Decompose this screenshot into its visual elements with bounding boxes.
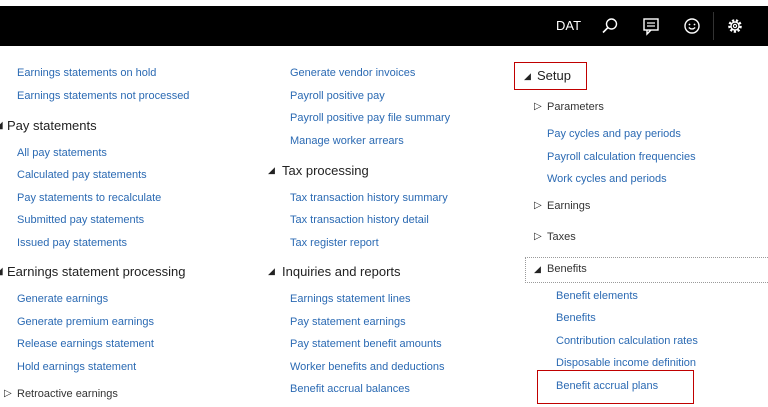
- link-tax-transaction-history-summary[interactable]: Tax transaction history summary: [290, 192, 448, 204]
- top-navigation-bar: DAT: [0, 6, 768, 46]
- link-work-cycles-and-periods[interactable]: Work cycles and periods: [547, 173, 667, 185]
- section-earnings-statement-processing[interactable]: Earnings statement processing: [7, 264, 185, 279]
- expand-triangle-icon[interactable]: ▷: [4, 388, 12, 399]
- link-payroll-calculation-frequencies[interactable]: Payroll calculation frequencies: [547, 151, 696, 163]
- company-selector[interactable]: DAT: [556, 18, 581, 33]
- group-taxes[interactable]: Taxes: [547, 231, 576, 243]
- section-pay-statements[interactable]: Pay statements: [7, 118, 97, 133]
- section-setup[interactable]: Setup: [537, 68, 571, 83]
- collapse-triangle-icon[interactable]: ◢: [268, 165, 275, 176]
- collapse-triangle-icon[interactable]: ◢: [524, 71, 531, 82]
- group-earnings[interactable]: Earnings: [547, 200, 590, 212]
- group-retroactive-earnings[interactable]: Retroactive earnings: [17, 388, 118, 400]
- section-inquiries-and-reports[interactable]: Inquiries and reports: [282, 264, 401, 279]
- link-release-earnings-statement[interactable]: Release earnings statement: [17, 338, 154, 350]
- expand-triangle-icon[interactable]: ▷: [534, 200, 542, 211]
- group-parameters[interactable]: Parameters: [547, 101, 604, 113]
- link-disposable-income-definition[interactable]: Disposable income definition: [556, 357, 696, 369]
- group-benefits[interactable]: Benefits: [547, 263, 587, 275]
- smiley-icon[interactable]: [680, 14, 704, 38]
- link-payroll-positive-pay[interactable]: Payroll positive pay: [290, 90, 385, 102]
- link-issued-pay-statements[interactable]: Issued pay statements: [17, 237, 127, 249]
- link-earnings-statements-on-hold[interactable]: Earnings statements on hold: [17, 67, 156, 79]
- link-worker-benefits-and-deductions[interactable]: Worker benefits and deductions: [290, 361, 445, 373]
- link-pay-statement-earnings[interactable]: Pay statement earnings: [290, 316, 406, 328]
- link-pay-cycles-and-pay-periods[interactable]: Pay cycles and pay periods: [547, 128, 681, 140]
- link-submitted-pay-statements[interactable]: Submitted pay statements: [17, 214, 144, 226]
- link-benefit-accrual-balances[interactable]: Benefit accrual balances: [290, 383, 410, 395]
- link-payroll-positive-pay-file-summary[interactable]: Payroll positive pay file summary: [290, 112, 450, 124]
- link-generate-premium-earnings[interactable]: Generate premium earnings: [17, 316, 154, 328]
- link-all-pay-statements[interactable]: All pay statements: [17, 147, 107, 159]
- collapse-triangle-icon[interactable]: ◢: [268, 266, 275, 277]
- collapse-triangle-icon[interactable]: ◢: [0, 266, 3, 277]
- link-calculated-pay-statements[interactable]: Calculated pay statements: [17, 169, 147, 181]
- expand-triangle-icon[interactable]: ▷: [534, 101, 542, 112]
- toolbar-divider: [713, 12, 714, 40]
- comment-icon[interactable]: [639, 14, 663, 38]
- link-earnings-statement-lines[interactable]: Earnings statement lines: [290, 293, 410, 305]
- link-contribution-calculation-rates[interactable]: Contribution calculation rates: [556, 335, 698, 347]
- collapse-triangle-icon[interactable]: ◢: [534, 264, 541, 275]
- expand-triangle-icon[interactable]: ▷: [534, 231, 542, 242]
- link-manage-worker-arrears[interactable]: Manage worker arrears: [290, 135, 404, 147]
- link-generate-vendor-invoices[interactable]: Generate vendor invoices: [290, 67, 415, 79]
- link-generate-earnings[interactable]: Generate earnings: [17, 293, 108, 305]
- link-hold-earnings-statement[interactable]: Hold earnings statement: [17, 361, 136, 373]
- gear-icon[interactable]: [723, 14, 747, 38]
- collapse-triangle-icon[interactable]: ◢: [0, 120, 3, 131]
- search-icon[interactable]: [598, 14, 622, 38]
- link-benefit-elements[interactable]: Benefit elements: [556, 290, 638, 302]
- link-pay-statement-benefit-amounts[interactable]: Pay statement benefit amounts: [290, 338, 442, 350]
- link-pay-statements-to-recalculate[interactable]: Pay statements to recalculate: [17, 192, 161, 204]
- link-tax-transaction-history-detail[interactable]: Tax transaction history detail: [290, 214, 429, 226]
- link-benefit-accrual-plans[interactable]: Benefit accrual plans: [556, 380, 658, 392]
- link-benefits[interactable]: Benefits: [556, 312, 596, 324]
- link-earnings-statements-not-processed[interactable]: Earnings statements not processed: [17, 90, 189, 102]
- link-tax-register-report[interactable]: Tax register report: [290, 237, 379, 249]
- section-tax-processing[interactable]: Tax processing: [282, 163, 369, 178]
